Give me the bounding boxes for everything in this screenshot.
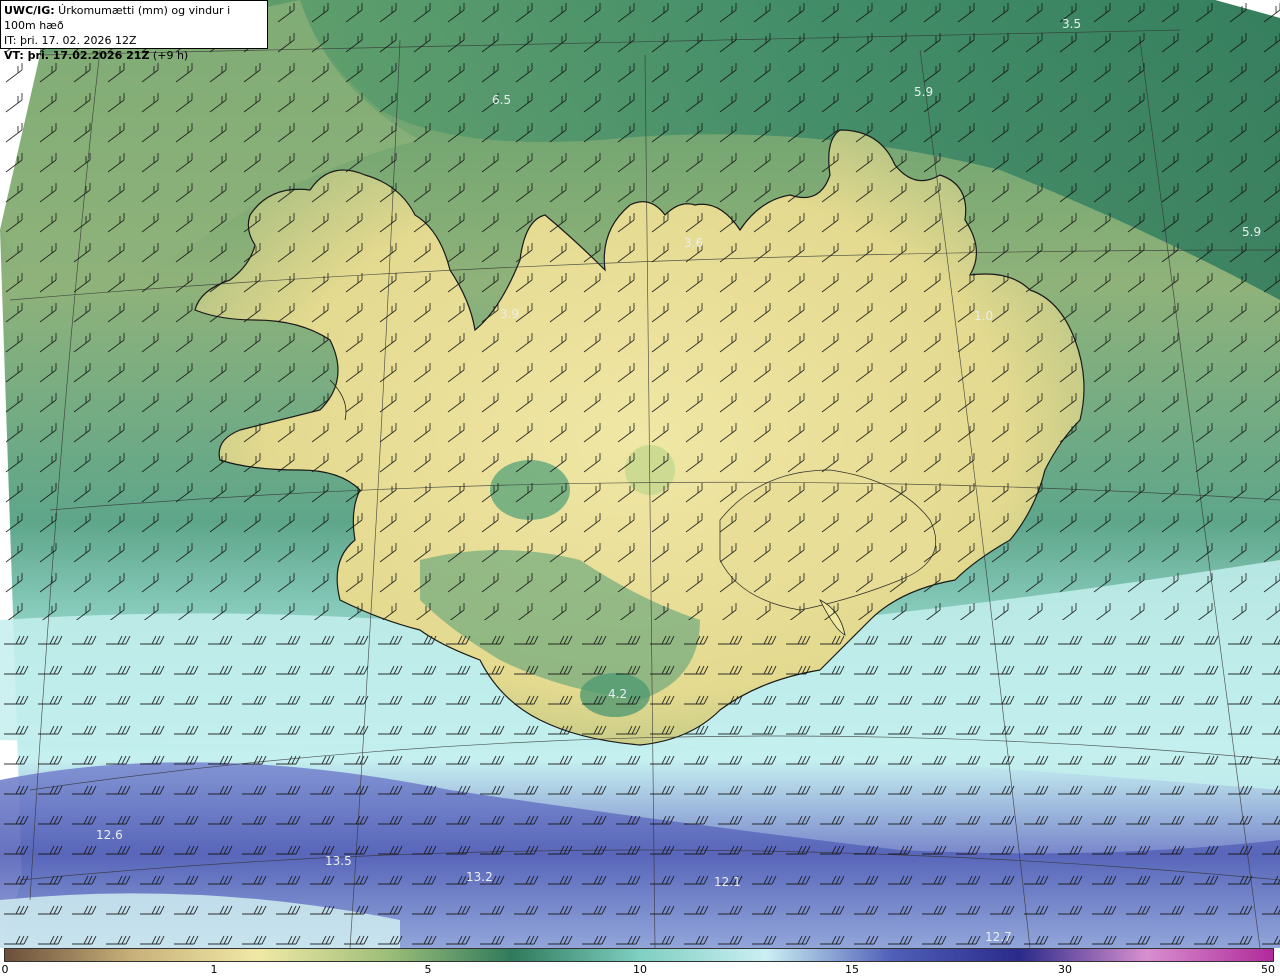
- value-label: 3.5: [1062, 17, 1081, 31]
- value-label: 5.9: [914, 85, 933, 99]
- vt-lead: (+9 h): [149, 49, 189, 62]
- precipitation-map: 3.5 6.5 5.9 5.9 3.6 3.9 1.0 4.2 12.6 13.…: [0, 0, 1280, 948]
- it-value: þri. 17. 02. 2026 12Z: [16, 34, 137, 47]
- value-label: 13.2: [466, 870, 493, 884]
- value-label: 4.2: [608, 687, 627, 701]
- wind-barbs-south: [0, 620, 1280, 948]
- colorbar-tick: 1: [210, 963, 218, 976]
- value-label: 1.0: [974, 309, 993, 323]
- colorbar-tick: 15: [845, 963, 859, 976]
- value-label: 3.6: [684, 236, 703, 250]
- model-name: UWC/IG:: [4, 4, 55, 17]
- vt-value: þri. 17.02.2026 21Z: [23, 49, 150, 62]
- value-label: 5.9: [1242, 225, 1261, 239]
- value-label: 13.5: [325, 854, 352, 868]
- value-label: 12.7: [985, 930, 1012, 944]
- colorbar-tick: 0: [1, 963, 9, 976]
- colorbar-strip: [4, 948, 1274, 962]
- value-label: 6.5: [492, 93, 511, 107]
- value-label: 3.9: [500, 307, 519, 321]
- colorbar-tick: 30: [1058, 963, 1072, 976]
- colorbar: 0 1 5 10 15 30 50: [0, 948, 1280, 978]
- vt-label: VT:: [4, 49, 24, 62]
- value-label: 12.6: [96, 828, 123, 842]
- map-view: 3.5 6.5 5.9 5.9 3.6 3.9 1.0 4.2 12.6 13.…: [0, 0, 1280, 948]
- colorbar-tick: 50: [1261, 963, 1275, 976]
- it-label: IT:: [4, 34, 17, 47]
- wind-barbs-north: [0, 0, 1280, 620]
- colorbar-tick: 10: [633, 963, 647, 976]
- colorbar-tick: 5: [424, 963, 432, 976]
- map-header: UWC/IG: Úrkomumætti (mm) og vindur i 100…: [0, 0, 268, 62]
- value-label: 12.1: [714, 875, 741, 889]
